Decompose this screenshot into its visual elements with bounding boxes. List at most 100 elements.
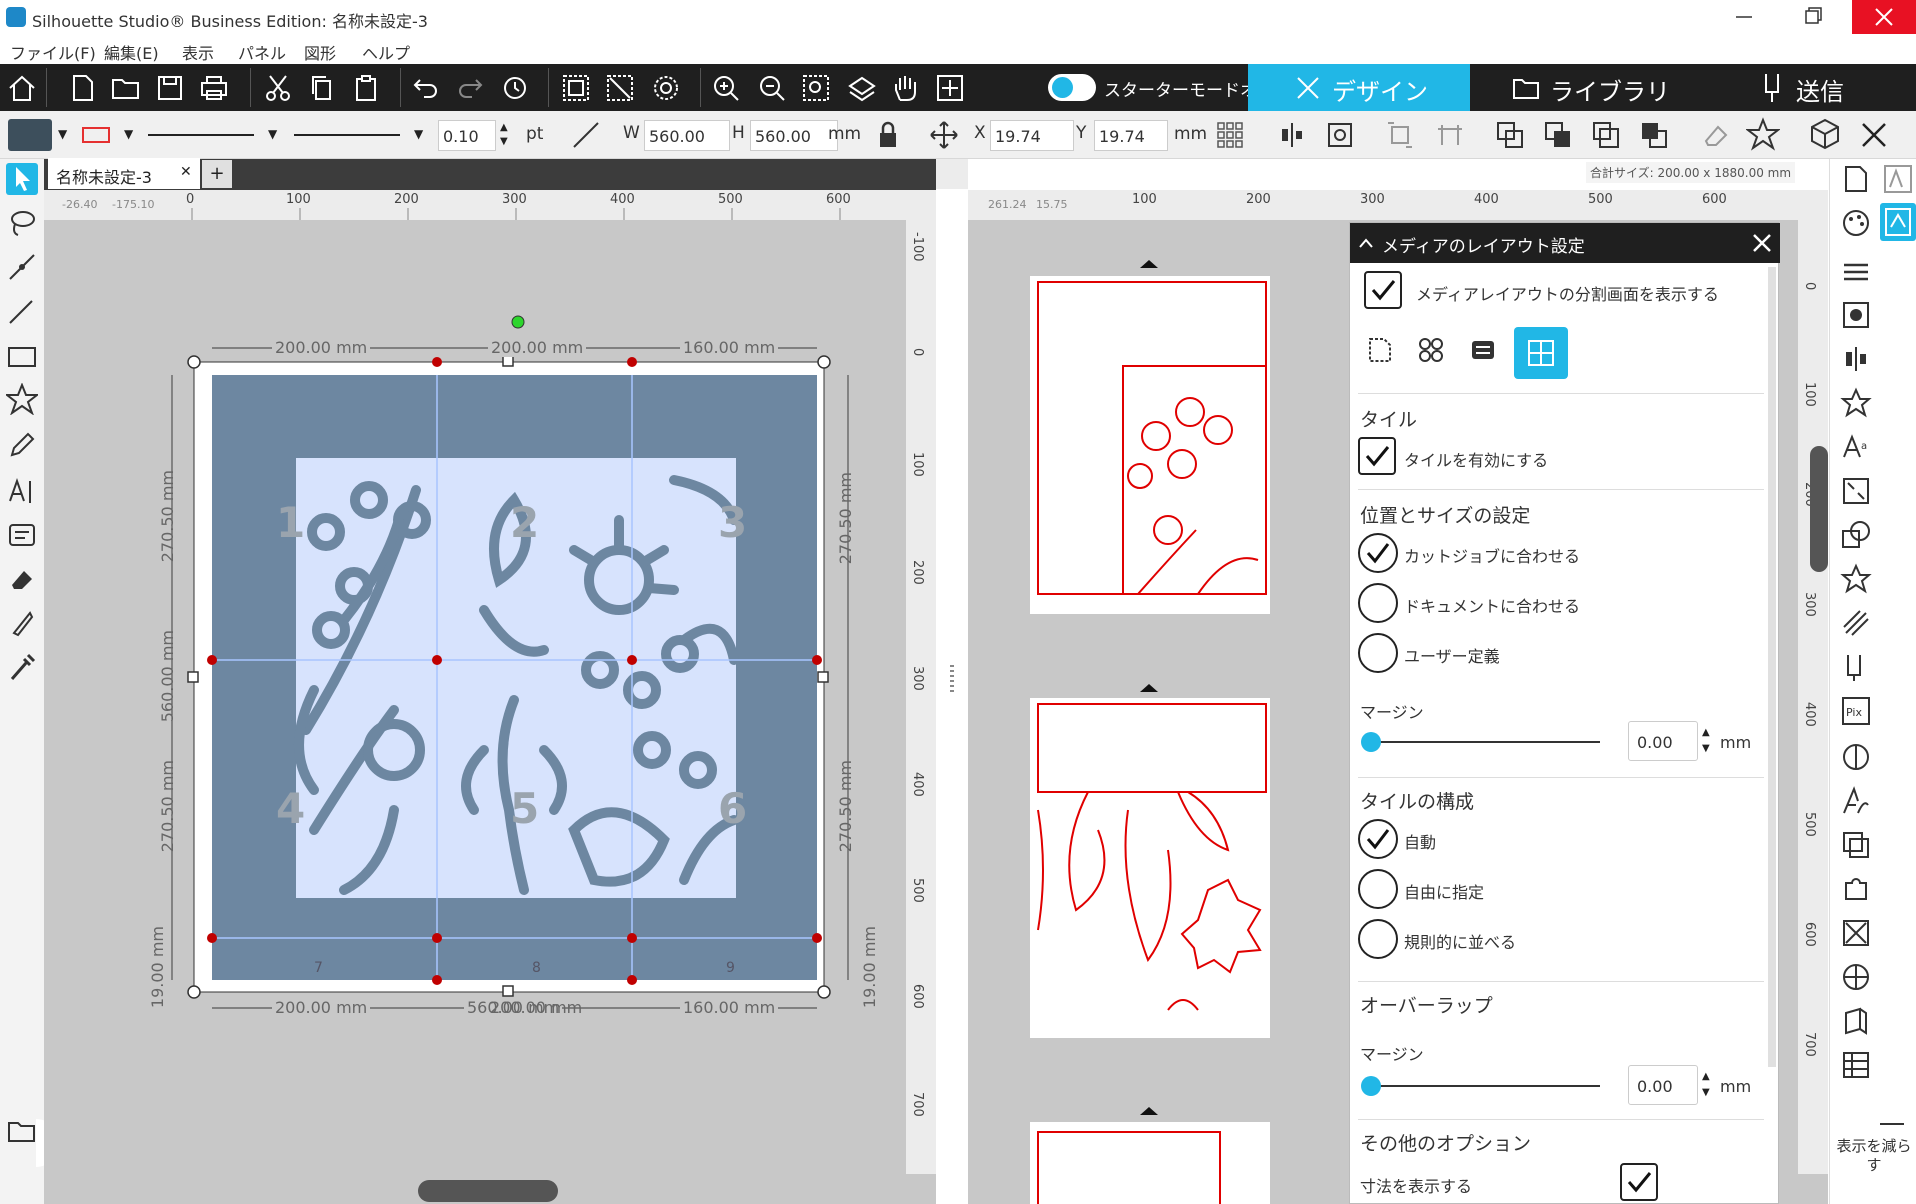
subtract-icon[interactable]: [1542, 119, 1574, 151]
document-tab[interactable]: 名称未設定-3 ✕: [48, 158, 200, 189]
stepper-icon[interactable]: ▲ ▼: [1702, 725, 1710, 757]
menu-help[interactable]: ヘルプ: [362, 40, 410, 64]
select-tool-icon[interactable]: [6, 163, 38, 195]
overlap-slider-knob[interactable]: [1361, 1076, 1381, 1096]
zoom-out-icon[interactable]: [756, 72, 788, 104]
height-input[interactable]: 560.00: [750, 120, 838, 151]
trace-panel-icon[interactable]: [1840, 741, 1872, 773]
page-color-panel-icon[interactable]: [1840, 299, 1872, 331]
text-panel-icon[interactable]: a: [1840, 431, 1872, 463]
enable-tile-checkbox[interactable]: [1358, 437, 1396, 475]
scale-panel-icon[interactable]: [1840, 475, 1872, 507]
line-width-input[interactable]: 0.10: [438, 120, 496, 151]
center-page-icon[interactable]: [1324, 119, 1356, 151]
new-document-icon[interactable]: [66, 72, 98, 104]
horizontal-scrollbar[interactable]: [418, 1180, 558, 1202]
compound-path-icon[interactable]: [650, 72, 682, 104]
line-tool-icon[interactable]: [6, 297, 38, 329]
menu-panel[interactable]: パネル: [238, 40, 286, 64]
intersect-icon[interactable]: [1590, 119, 1622, 151]
align-center-icon[interactable]: [1276, 119, 1308, 151]
registration-marks-icon[interactable]: [1416, 335, 1446, 365]
rectangle-tool-icon[interactable]: [6, 341, 38, 373]
sketch-panel-icon[interactable]: [1840, 607, 1872, 639]
overlap-input[interactable]: 0.00: [1628, 1065, 1698, 1105]
replicate-panel-icon[interactable]: [1840, 829, 1872, 861]
print-icon[interactable]: [198, 72, 230, 104]
lock-aspect-icon[interactable]: [872, 119, 904, 151]
star-shape-tool-icon[interactable]: [6, 383, 38, 415]
menu-edit[interactable]: 編集(E): [104, 40, 159, 64]
reduce-view-button[interactable]: 表示を減らす: [1832, 1137, 1916, 1175]
fill-color-swatch[interactable]: [8, 119, 52, 151]
menu-shape[interactable]: 図形: [304, 40, 336, 64]
undo-icon[interactable]: [410, 72, 442, 104]
open-folder-icon[interactable]: [110, 72, 142, 104]
free-radio[interactable]: [1358, 869, 1398, 909]
3d-box-icon[interactable]: [1808, 117, 1842, 151]
tab-library[interactable]: ライブラリ: [1470, 64, 1692, 111]
folder-panel-icon[interactable]: [6, 1115, 38, 1147]
copy-icon[interactable]: [306, 72, 338, 104]
overlap-slider[interactable]: [1370, 1085, 1600, 1087]
close-window-button[interactable]: [1852, 0, 1916, 34]
stroke-color-swatch[interactable]: [82, 127, 110, 143]
tab-design[interactable]: デザイン: [1248, 64, 1470, 111]
zoom-in-icon[interactable]: [710, 72, 742, 104]
page-settings-icon[interactable]: [1840, 163, 1872, 195]
page-setup-icon[interactable]: [1364, 335, 1394, 365]
restore-button[interactable]: [1784, 0, 1844, 34]
text-tool-icon[interactable]: [6, 475, 38, 507]
reduce-icon[interactable]: [1880, 1123, 1904, 1125]
stepper-icon[interactable]: ▲ ▼: [1702, 1069, 1710, 1101]
cut-icon[interactable]: [262, 72, 294, 104]
collapse-chevron-icon[interactable]: [1358, 236, 1374, 250]
ungroup-icon[interactable]: [604, 72, 636, 104]
save-icon[interactable]: [154, 72, 186, 104]
fill-color-panel-icon[interactable]: [1840, 207, 1872, 239]
home-icon[interactable]: [6, 72, 38, 104]
transform-panel-icon[interactable]: [1840, 387, 1872, 419]
distribute-icon[interactable]: [1384, 119, 1416, 151]
fit-cutjob-radio[interactable]: [1358, 533, 1398, 573]
stepper-icon[interactable]: ▲ ▼: [500, 121, 508, 149]
move-view-icon[interactable]: [934, 72, 966, 104]
star-favorite-icon[interactable]: [1746, 117, 1780, 151]
margin-input[interactable]: 0.00: [1628, 721, 1698, 761]
crop-icon[interactable]: [1638, 119, 1670, 151]
drag-handle-icon[interactable]: [950, 665, 954, 695]
eyedropper-tool-icon[interactable]: [6, 651, 38, 683]
vertical-scrollbar[interactable]: [1810, 446, 1828, 572]
menu-view[interactable]: 表示: [182, 40, 214, 64]
line-style-select[interactable]: [148, 134, 254, 136]
zoom-selection-icon[interactable]: [800, 72, 832, 104]
starter-mode-toggle[interactable]: [1048, 74, 1096, 101]
media-layout-panel-icon[interactable]: [1880, 203, 1916, 241]
line-style-panel-icon[interactable]: [1840, 255, 1872, 287]
3d-fold-panel-icon[interactable]: [1840, 1005, 1872, 1037]
split-divider[interactable]: [936, 159, 968, 1204]
minimize-button[interactable]: [1714, 0, 1774, 34]
text-style-icon[interactable]: [1882, 163, 1914, 195]
close-tab-icon[interactable]: ✕: [180, 164, 192, 180]
close-icon[interactable]: [1752, 233, 1772, 253]
show-split-checkbox[interactable]: [1364, 271, 1402, 309]
font-panel-icon[interactable]: [1840, 785, 1872, 817]
weld-icon[interactable]: [1494, 119, 1526, 151]
paste-icon[interactable]: [350, 72, 382, 104]
x-input[interactable]: 19.74: [990, 120, 1074, 151]
regular-radio[interactable]: [1358, 919, 1398, 959]
group-icon[interactable]: [560, 72, 592, 104]
fit-page-icon[interactable]: [846, 72, 878, 104]
library-star-icon[interactable]: [1840, 563, 1872, 595]
chevron-down-icon[interactable]: ▼: [414, 127, 423, 141]
chevron-down-icon[interactable]: ▼: [268, 127, 277, 141]
panel-scrollbar[interactable]: [1768, 267, 1776, 1067]
modify-panel-icon[interactable]: [1840, 917, 1872, 949]
redo-icon[interactable]: [454, 72, 486, 104]
pixscan-icon[interactable]: Pix: [1840, 695, 1872, 727]
margin-slider[interactable]: [1370, 741, 1600, 743]
chevron-down-icon[interactable]: ▼: [58, 127, 67, 141]
nesting-panel-icon[interactable]: [1840, 961, 1872, 993]
knife-tool-icon[interactable]: [6, 607, 38, 639]
